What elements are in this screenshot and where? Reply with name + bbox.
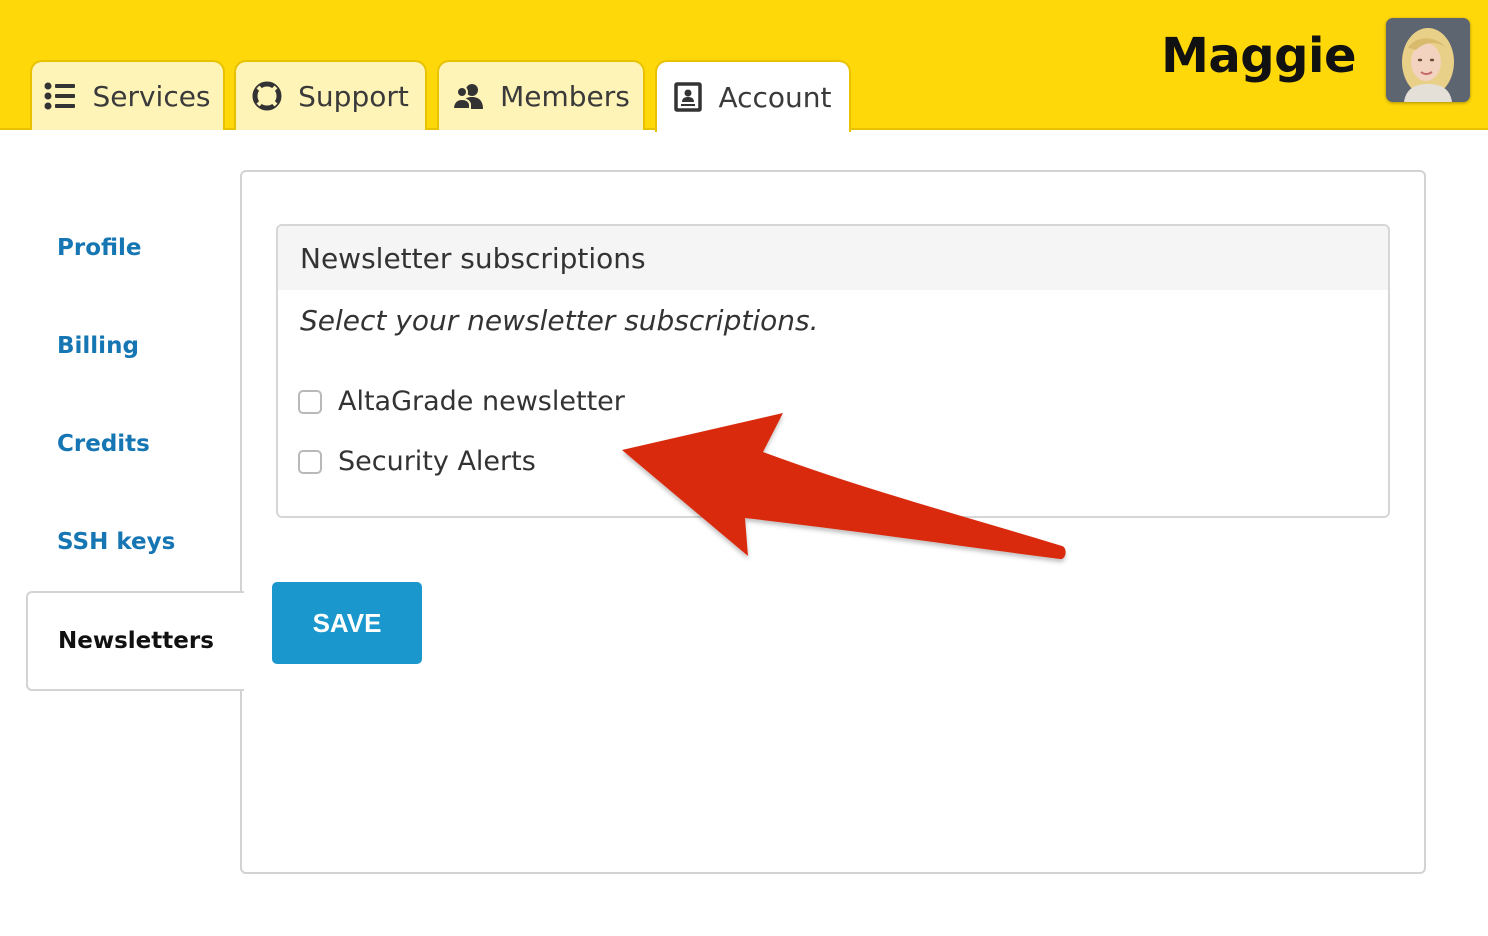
sidenav-item-credits[interactable]: Credits <box>57 431 150 457</box>
tab-members[interactable]: Members <box>437 60 645 130</box>
id-card-icon <box>674 82 703 112</box>
newsletter-card: Newsletter subscriptions Select your new… <box>276 224 1390 518</box>
sidenav-item-profile[interactable]: Profile <box>57 235 142 261</box>
list-icon <box>44 82 76 110</box>
altagrade-newsletter-checkbox[interactable] <box>298 389 322 414</box>
tab-account[interactable]: Account <box>655 60 851 132</box>
sidenav-item-ssh-keys[interactable]: SSH keys <box>57 529 175 555</box>
security-alerts-label: Security Alerts <box>338 446 536 477</box>
users-icon <box>452 82 484 110</box>
tab-services-label: Services <box>92 79 211 113</box>
newsletter-option-security[interactable]: Security Alerts <box>298 446 536 477</box>
card-description: Select your newsletter subscriptions. <box>300 304 819 337</box>
tab-support-label: Support <box>298 79 409 113</box>
top-bar: Services Support Members Account Maggie <box>0 0 1488 132</box>
save-button[interactable]: SAVE <box>272 582 422 664</box>
security-alerts-checkbox[interactable] <box>298 449 322 474</box>
newsletter-option-altagrade[interactable]: AltaGrade newsletter <box>298 386 625 417</box>
user-name[interactable]: Maggie <box>1150 28 1356 84</box>
tab-services[interactable]: Services <box>30 60 225 130</box>
sidenav-item-billing[interactable]: Billing <box>57 333 139 359</box>
altagrade-newsletter-label: AltaGrade newsletter <box>338 386 625 417</box>
tab-support[interactable]: Support <box>234 60 427 130</box>
lifebuoy-icon <box>252 81 282 111</box>
tab-account-label: Account <box>718 80 832 114</box>
sidenav-item-newsletters[interactable]: Newsletters <box>26 591 244 691</box>
tab-members-label: Members <box>500 79 630 113</box>
card-title: Newsletter subscriptions <box>278 226 1388 290</box>
sidenav-item-newsletters-label: Newsletters <box>58 628 214 654</box>
avatar[interactable] <box>1386 18 1470 102</box>
